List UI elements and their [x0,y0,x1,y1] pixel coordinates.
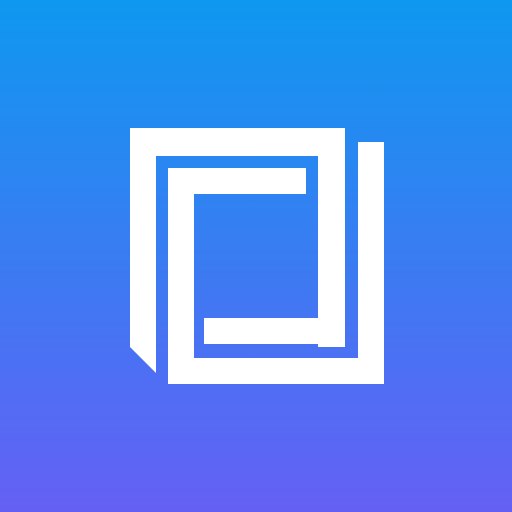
app-logo-icon [0,0,512,512]
inner-bottom-bar [204,318,332,344]
app-icon [0,0,512,512]
icon-background [0,0,512,512]
